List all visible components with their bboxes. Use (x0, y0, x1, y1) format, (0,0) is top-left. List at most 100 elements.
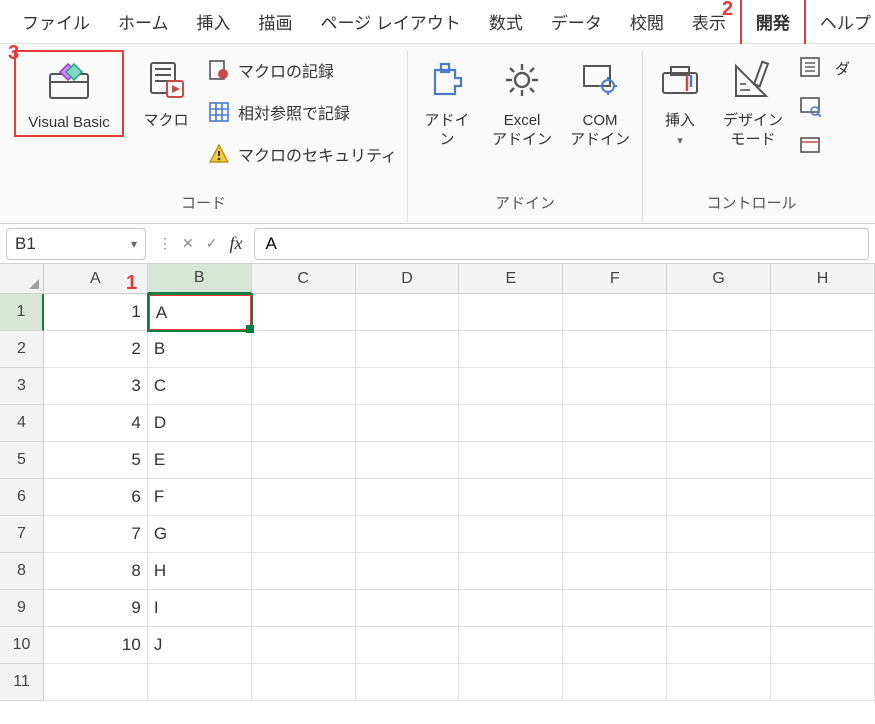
cell[interactable] (771, 479, 875, 516)
tab-review[interactable]: 校閲 (616, 0, 678, 44)
col-header-c[interactable]: C (252, 264, 356, 294)
cell[interactable] (667, 294, 771, 331)
cell[interactable]: 1 (44, 294, 148, 331)
cell[interactable] (459, 368, 563, 405)
cell[interactable]: 8 (44, 553, 148, 590)
tab-home[interactable]: ホーム (104, 0, 183, 44)
cell[interactable] (667, 442, 771, 479)
cell[interactable]: F (148, 479, 252, 516)
cell[interactable]: 7 (44, 516, 148, 553)
cell[interactable] (459, 442, 563, 479)
cell[interactable]: D (148, 405, 252, 442)
dots-icon[interactable]: ⋮ (158, 235, 170, 252)
cell[interactable]: C (148, 368, 252, 405)
row-header[interactable]: 9 (0, 590, 44, 627)
name-box[interactable]: B1 ▾ (6, 228, 146, 260)
cell[interactable] (459, 516, 563, 553)
cell[interactable] (667, 627, 771, 664)
cell[interactable] (459, 331, 563, 368)
cell[interactable] (563, 368, 667, 405)
col-header-g[interactable]: G (667, 264, 771, 294)
cell[interactable]: 9 (44, 590, 148, 627)
excel-addin-button[interactable]: Excel アドイン (490, 50, 554, 150)
cell[interactable]: 2 (44, 331, 148, 368)
row-header[interactable]: 1 (0, 294, 44, 331)
cell[interactable] (459, 553, 563, 590)
row-header[interactable]: 6 (0, 479, 44, 516)
cell[interactable] (563, 664, 667, 701)
cell[interactable] (667, 664, 771, 701)
cell[interactable] (356, 294, 460, 331)
enter-icon[interactable]: ✓ (206, 235, 218, 252)
cell[interactable]: H (148, 553, 252, 590)
cell[interactable] (252, 627, 356, 664)
cell[interactable] (563, 627, 667, 664)
row-header[interactable]: 3 (0, 368, 44, 405)
properties-icon[interactable] (799, 56, 821, 81)
addin-button[interactable]: アドイン (418, 50, 476, 150)
design-mode-button[interactable]: デザイン モード (721, 50, 785, 150)
cell[interactable]: G (148, 516, 252, 553)
cell[interactable] (771, 516, 875, 553)
cell[interactable]: 5 (44, 442, 148, 479)
cell[interactable] (252, 405, 356, 442)
cell[interactable] (356, 590, 460, 627)
cell[interactable]: 4 (44, 405, 148, 442)
cell[interactable]: I (148, 590, 252, 627)
tab-insert[interactable]: 挿入 (183, 0, 245, 44)
select-all-corner[interactable] (0, 264, 44, 294)
row-header[interactable]: 4 (0, 405, 44, 442)
col-header-f[interactable]: F (563, 264, 667, 294)
cell[interactable] (563, 294, 667, 331)
run-dialog-icon[interactable] (799, 134, 821, 159)
cell[interactable] (356, 368, 460, 405)
row-header[interactable]: 7 (0, 516, 44, 553)
visual-basic-button[interactable]: Visual Basic (14, 50, 124, 137)
cell[interactable]: A (148, 294, 252, 331)
cell[interactable] (771, 368, 875, 405)
row-header[interactable]: 5 (0, 442, 44, 479)
formula-input[interactable] (254, 228, 869, 260)
cell[interactable] (563, 590, 667, 627)
tab-developer[interactable]: 開発 (740, 0, 806, 47)
cell[interactable] (771, 331, 875, 368)
cell[interactable] (667, 368, 771, 405)
col-header-a[interactable]: A (44, 264, 148, 294)
cell[interactable] (356, 627, 460, 664)
cell[interactable] (771, 664, 875, 701)
cell[interactable]: 3 (44, 368, 148, 405)
cell[interactable] (459, 627, 563, 664)
cell[interactable] (771, 405, 875, 442)
cell[interactable] (563, 516, 667, 553)
row-header[interactable]: 11 (0, 664, 44, 701)
cell[interactable] (356, 331, 460, 368)
view-code-icon[interactable] (799, 95, 821, 120)
tab-page-layout[interactable]: ページ レイアウト (307, 0, 475, 44)
cell[interactable] (356, 553, 460, 590)
tab-draw[interactable]: 描画 (245, 0, 307, 44)
cell[interactable] (356, 442, 460, 479)
cell[interactable] (356, 479, 460, 516)
cell[interactable] (563, 479, 667, 516)
cell[interactable] (563, 331, 667, 368)
cell[interactable] (563, 553, 667, 590)
cell[interactable] (771, 627, 875, 664)
cell[interactable]: E (148, 442, 252, 479)
record-macro-button[interactable]: マクロの記録 (208, 58, 397, 82)
cell[interactable] (667, 479, 771, 516)
cell[interactable] (252, 368, 356, 405)
row-header[interactable]: 2 (0, 331, 44, 368)
cell[interactable] (252, 664, 356, 701)
cell[interactable] (459, 405, 563, 442)
relative-ref-button[interactable]: 相対参照で記録 (208, 100, 397, 124)
cell[interactable] (563, 405, 667, 442)
cell[interactable] (252, 516, 356, 553)
col-header-e[interactable]: E (459, 264, 563, 294)
cell[interactable] (459, 664, 563, 701)
cell[interactable]: 6 (44, 479, 148, 516)
fx-icon[interactable]: fx (229, 233, 242, 254)
cell[interactable] (252, 331, 356, 368)
cell[interactable]: J (148, 627, 252, 664)
com-addin-button[interactable]: COM アドイン (568, 50, 632, 150)
col-header-b[interactable]: B (148, 264, 252, 294)
